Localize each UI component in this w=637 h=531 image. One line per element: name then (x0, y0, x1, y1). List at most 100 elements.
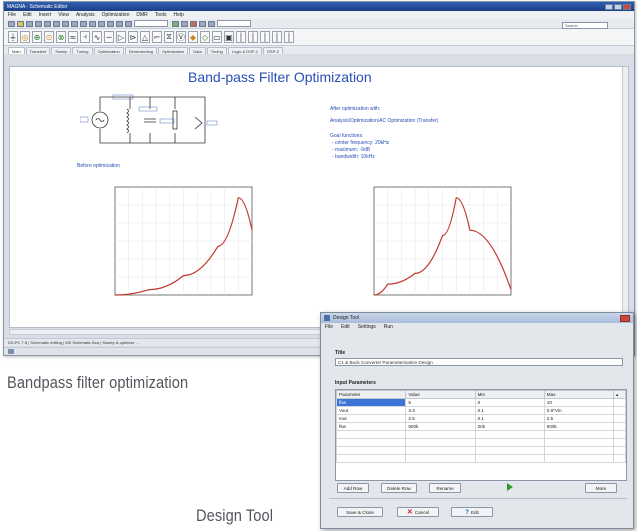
tab-optimization-2[interactable]: Optimization (158, 47, 189, 54)
bus-icon[interactable]: │ (248, 31, 258, 43)
minimize-button[interactable] (605, 3, 613, 10)
parameters-grid[interactable]: Parameter Value Min Max ▴ fbw 5 0 10 Vou… (335, 389, 627, 481)
column-header-min[interactable]: Min (474, 390, 545, 399)
rename-button[interactable]: Rename (429, 483, 461, 493)
probe-icon[interactable] (181, 20, 188, 27)
title-input[interactable]: C1 & Buck Converter Parameterization Des… (335, 358, 623, 366)
cell-min[interactable]: 20k (474, 422, 545, 431)
new-file-icon[interactable] (8, 20, 15, 27)
filter-schematic[interactable] (80, 89, 220, 151)
save-icon[interactable] (26, 20, 33, 27)
paste-icon[interactable] (80, 20, 87, 27)
dialog-close-button[interactable] (620, 314, 630, 322)
open-folder-icon[interactable] (17, 20, 24, 27)
meter-icon[interactable]: Ⓥ (176, 31, 186, 43)
cell-value[interactable]: 3.3 (405, 406, 476, 415)
header-scroll-arrow[interactable]: ▴ (613, 390, 626, 399)
menu-insert[interactable]: Insert (39, 12, 52, 18)
table-row[interactable]: fbw 5 0 10 (336, 398, 626, 407)
table-row-empty[interactable] (336, 446, 626, 455)
transistor-icon[interactable]: ⊳ (128, 31, 138, 43)
table-row[interactable]: Vout 3.3 0.1 0.6*Vin (336, 406, 626, 415)
redo-icon[interactable] (53, 20, 60, 27)
zoom-combo[interactable] (134, 20, 168, 27)
wire-icon[interactable] (116, 20, 123, 27)
tab-main[interactable]: Main (8, 47, 25, 54)
text-icon[interactable] (98, 20, 105, 27)
menu-edit[interactable]: Edit (23, 12, 32, 18)
cell-value[interactable]: 500k (405, 422, 476, 431)
dialog-menu-file[interactable]: File (325, 324, 333, 330)
opamp-icon[interactable]: △ (140, 31, 150, 43)
inductor-icon[interactable]: ∿ (92, 31, 102, 43)
menu-dmr[interactable]: DMR (136, 12, 147, 18)
tab-tuning-2[interactable]: Tuning (206, 47, 227, 54)
line-icon[interactable] (107, 20, 114, 27)
tab-transient[interactable]: Transient (25, 47, 51, 54)
voltage-source-icon[interactable]: ◎ (20, 31, 30, 43)
save-close-button[interactable]: Save & Close (337, 507, 383, 517)
menu-help[interactable]: Help (173, 12, 183, 18)
cell-parameter[interactable]: Vout (336, 406, 407, 415)
stop-icon[interactable] (190, 20, 197, 27)
switch-icon[interactable]: ⌐ (152, 31, 162, 43)
cell-max[interactable]: 10 (543, 398, 615, 407)
probe-v-icon[interactable]: ◆ (188, 31, 198, 43)
resistor-icon[interactable]: ≈ (68, 31, 78, 43)
port-icon[interactable]: │ (284, 31, 294, 43)
plot-after-optimization[interactable] (342, 181, 517, 309)
maximize-button[interactable] (614, 3, 622, 10)
column-header-max[interactable]: Max (543, 390, 615, 399)
diode-icon[interactable]: ▷ (116, 31, 126, 43)
table-row[interactable]: Iout 2.5 0.1 2.5 (336, 414, 626, 423)
menu-tools[interactable]: Tools (155, 12, 167, 18)
measure-icon[interactable] (208, 20, 215, 27)
label-icon[interactable] (125, 20, 132, 27)
select-icon[interactable] (89, 20, 96, 27)
table-row-empty[interactable] (336, 438, 626, 447)
tab-tuning[interactable]: Tuning (72, 47, 93, 54)
cell-parameter[interactable]: Iout (336, 414, 407, 423)
block-icon[interactable]: ▭ (212, 31, 222, 43)
undo-icon[interactable] (44, 20, 51, 27)
canvas-vertical-scrollbar[interactable] (622, 67, 628, 327)
ac-source-icon[interactable]: ⊙ (44, 31, 54, 43)
run-icon[interactable] (172, 20, 179, 27)
table-row[interactable]: fsw 500k 20k 500k (336, 422, 626, 431)
column-header-parameter[interactable]: Parameter (336, 390, 407, 399)
cell-min[interactable]: 0.1 (474, 406, 545, 415)
cell-max[interactable]: 500k (543, 422, 615, 431)
capacitor-icon[interactable]: ⫞ (80, 31, 90, 43)
dialog-menu-edit[interactable]: Edit (341, 324, 350, 330)
tab-optimization[interactable]: Optimization (93, 47, 124, 54)
table-row-empty[interactable] (336, 430, 626, 439)
menu-file[interactable]: File (8, 12, 16, 18)
subcircuit-icon[interactable]: ▣ (224, 31, 234, 43)
menu-view[interactable]: View (58, 12, 69, 18)
cell-max[interactable]: 2.5 (543, 414, 615, 423)
node-icon[interactable]: │ (272, 31, 282, 43)
cancel-button[interactable]: ✕ Cancel (397, 507, 439, 517)
cut-icon[interactable] (62, 20, 69, 27)
toolbar-search-input[interactable]: Search (562, 22, 608, 29)
cell-min[interactable]: 0.1 (474, 414, 545, 423)
plot-before-optimization[interactable] (83, 181, 258, 309)
delete-row-button[interactable]: Delete Row (381, 483, 417, 493)
add-row-button[interactable]: Add Row (337, 483, 369, 493)
probe-i-icon[interactable]: ◇ (200, 31, 210, 43)
analysis-combo[interactable] (217, 20, 251, 27)
tab-logic-dsp-1[interactable]: Logic & DSP-1 (227, 47, 263, 54)
wire-tool-icon[interactable]: ─ (104, 31, 114, 43)
tab-data[interactable]: Data (189, 47, 206, 54)
dialog-menu-settings[interactable]: Settings (358, 324, 376, 330)
tab-dimensioning[interactable]: Dimensioning (124, 47, 157, 54)
menu-analysis[interactable]: Analysis (76, 12, 95, 18)
connector-icon[interactable]: │ (236, 31, 246, 43)
current-source-icon[interactable]: ⊕ (32, 31, 42, 43)
more-button[interactable]: More (585, 483, 617, 493)
print-icon[interactable] (35, 20, 42, 27)
table-row-empty[interactable] (336, 454, 626, 463)
transformer-icon[interactable]: ⧖ (164, 31, 174, 43)
cell-parameter[interactable]: fbw (336, 398, 407, 407)
close-button[interactable] (623, 3, 631, 10)
